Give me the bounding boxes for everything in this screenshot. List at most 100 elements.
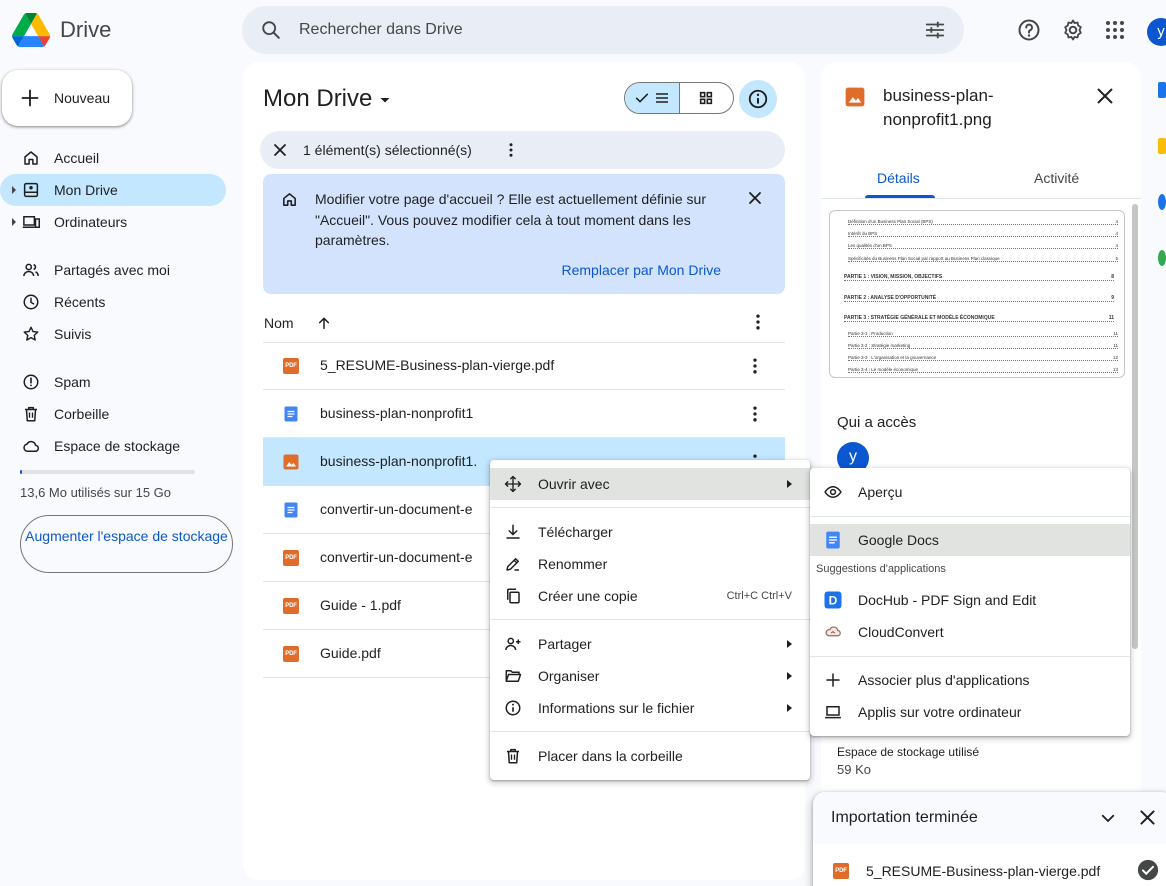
menu-item-download[interactable]: Télécharger xyxy=(490,516,810,548)
open-with-submenu: Aperçu Google Docs Suggestions d'applica… xyxy=(810,468,1130,736)
account-avatar[interactable]: y xyxy=(1147,18,1166,46)
menu-item-label: Aperçu xyxy=(858,484,903,500)
plus-icon xyxy=(826,673,840,687)
app-suggestions-heading: Suggestions d'applications xyxy=(816,563,946,575)
sidebar-item-home[interactable]: Accueil xyxy=(0,142,226,174)
apps-grid-icon[interactable] xyxy=(1103,18,1127,42)
tab-activity[interactable]: Activité xyxy=(1034,170,1079,186)
more-vert-icon[interactable] xyxy=(502,141,520,159)
expand-caret-icon[interactable] xyxy=(12,218,16,226)
list-view-button[interactable] xyxy=(625,83,680,113)
sort-arrow-up-icon[interactable] xyxy=(316,315,332,331)
sidebar-item-label: Ordinateurs xyxy=(54,214,128,230)
keep-addon-icon[interactable] xyxy=(1158,138,1166,154)
sidebar-item-label: Partagés avec moi xyxy=(54,262,170,278)
new-button[interactable]: Nouveau xyxy=(2,70,132,126)
menu-item-label: DocHub - PDF Sign and Edit xyxy=(858,592,1037,608)
dochub-icon: D xyxy=(824,591,842,609)
sidebar-item-label: Suivis xyxy=(54,326,92,342)
details-scrollbar[interactable] xyxy=(1132,204,1138,649)
calendar-addon-icon[interactable] xyxy=(1158,82,1166,98)
chevron-down-icon[interactable] xyxy=(1099,809,1117,827)
plus-icon xyxy=(21,89,39,107)
settings-gear-icon[interactable] xyxy=(1061,18,1085,42)
grid-view-button[interactable] xyxy=(680,83,734,113)
sidebar-item-shared[interactable]: Partagés avec moi xyxy=(0,254,226,286)
my-drive-icon xyxy=(23,182,39,198)
drive-logo[interactable]: Drive xyxy=(12,12,111,48)
sidebar-item-spam[interactable]: Spam xyxy=(0,366,226,398)
check-circle-icon xyxy=(1137,859,1159,881)
sidebar-item-starred[interactable]: Suivis xyxy=(0,318,226,350)
table-row[interactable]: PDF 5_RESUME-Business-plan-vierge.pdf xyxy=(263,342,785,390)
close-icon[interactable] xyxy=(1096,87,1114,105)
menu-item-label: Ouvrir avec xyxy=(538,476,610,492)
more-vert-icon[interactable] xyxy=(748,312,768,332)
menu-item-organize[interactable]: Organiser xyxy=(490,660,810,692)
who-has-access-heading: Qui a accès xyxy=(837,414,917,431)
sidebar-item-my-drive[interactable]: Mon Drive xyxy=(0,174,226,206)
share-person-add-icon xyxy=(505,637,521,651)
image-file-icon xyxy=(283,454,299,470)
sidebar-item-label: Espace de stockage xyxy=(54,438,181,454)
trash-icon xyxy=(507,748,519,764)
dropdown-arrow-icon xyxy=(380,98,390,103)
more-vert-icon[interactable] xyxy=(745,404,765,424)
clear-selection-icon[interactable] xyxy=(273,143,287,157)
menu-item-preview[interactable]: Aperçu xyxy=(810,476,1130,508)
menu-item-label: Créer une copie xyxy=(538,588,638,604)
menu-item-label: Partager xyxy=(538,636,592,652)
thumbnail-line: Partie 3-3 : L'organisation et la gouver… xyxy=(848,355,1118,361)
sidebar-item-computers[interactable]: Ordinateurs xyxy=(0,206,226,238)
contacts-addon-icon[interactable] xyxy=(1158,250,1166,266)
spam-icon xyxy=(23,374,39,390)
upgrade-storage-button[interactable]: Augmenter l'espace de stockage xyxy=(20,515,233,573)
sidebar-item-storage[interactable]: Espace de stockage xyxy=(0,430,226,462)
close-banner-icon[interactable] xyxy=(748,191,762,205)
image-file-icon xyxy=(845,87,865,107)
menu-item-rename[interactable]: Renommer xyxy=(490,548,810,580)
selection-count: 1 élément(s) sélectionné(s) xyxy=(303,142,472,158)
menu-item-open-with[interactable]: Ouvrir avec xyxy=(490,468,810,500)
menu-item-move-to-trash[interactable]: Placer dans la corbeille xyxy=(490,740,810,772)
search-input[interactable]: Rechercher dans Drive xyxy=(299,21,463,39)
tasks-addon-icon[interactable] xyxy=(1158,194,1166,210)
sidebar-item-label: Mon Drive xyxy=(54,182,118,198)
sidebar-item-trash[interactable]: Corbeille xyxy=(0,398,226,430)
file-thumbnail-preview[interactable]: Définition d'un Business Plan Social (BP… xyxy=(829,210,1125,378)
sidebar-item-recent[interactable]: Récents xyxy=(0,286,226,318)
menu-item-computer-apps[interactable]: Applis sur votre ordinateur xyxy=(810,696,1130,728)
menu-item-make-copy[interactable]: Créer une copie Ctrl+C Ctrl+V xyxy=(490,580,810,612)
menu-item-connect-more-apps[interactable]: Associer plus d'applications xyxy=(810,664,1130,696)
search-bar[interactable]: Rechercher dans Drive xyxy=(242,6,964,54)
page-title[interactable]: Mon Drive xyxy=(263,85,391,113)
sidebar-item-label: Accueil xyxy=(54,150,100,166)
close-icon[interactable] xyxy=(1139,809,1156,826)
tab-details[interactable]: Détails xyxy=(877,170,920,186)
menu-divider xyxy=(810,516,1130,517)
file-context-menu: Ouvrir avec Télécharger Renommer Créer u… xyxy=(490,460,810,780)
more-vert-icon[interactable] xyxy=(745,356,765,376)
menu-item-dochub[interactable]: D DocHub - PDF Sign and Edit xyxy=(810,584,1130,616)
computer-icon xyxy=(22,216,40,228)
menu-item-file-info[interactable]: Informations sur le fichier xyxy=(490,692,810,724)
google-doc-icon xyxy=(284,406,298,422)
trash-icon xyxy=(25,406,37,422)
submenu-arrow-icon xyxy=(787,672,792,680)
search-options-icon[interactable] xyxy=(924,19,946,41)
clock-icon xyxy=(23,294,39,310)
menu-item-label: Applis sur votre ordinateur xyxy=(858,704,1022,720)
help-icon[interactable] xyxy=(1017,18,1041,42)
menu-item-cloudconvert[interactable]: CloudConvert xyxy=(810,616,1130,648)
thumbnail-line: PARTIE 2 : ANALYSE D'OPPORTUNITÉ 9 xyxy=(844,295,1114,302)
table-row[interactable]: business-plan-nonprofit1 xyxy=(263,390,785,438)
expand-caret-icon[interactable] xyxy=(12,186,16,194)
eye-preview-icon xyxy=(824,485,842,499)
name-column-header[interactable]: Nom xyxy=(264,315,332,331)
file-name: business-plan-nonprofit1. xyxy=(320,453,478,469)
search-icon[interactable] xyxy=(260,19,282,41)
menu-item-google-docs[interactable]: Google Docs xyxy=(810,524,1130,556)
details-info-button[interactable] xyxy=(739,80,777,118)
menu-item-share[interactable]: Partager xyxy=(490,628,810,660)
replace-with-my-drive-button[interactable]: Remplacer par Mon Drive xyxy=(562,262,722,278)
